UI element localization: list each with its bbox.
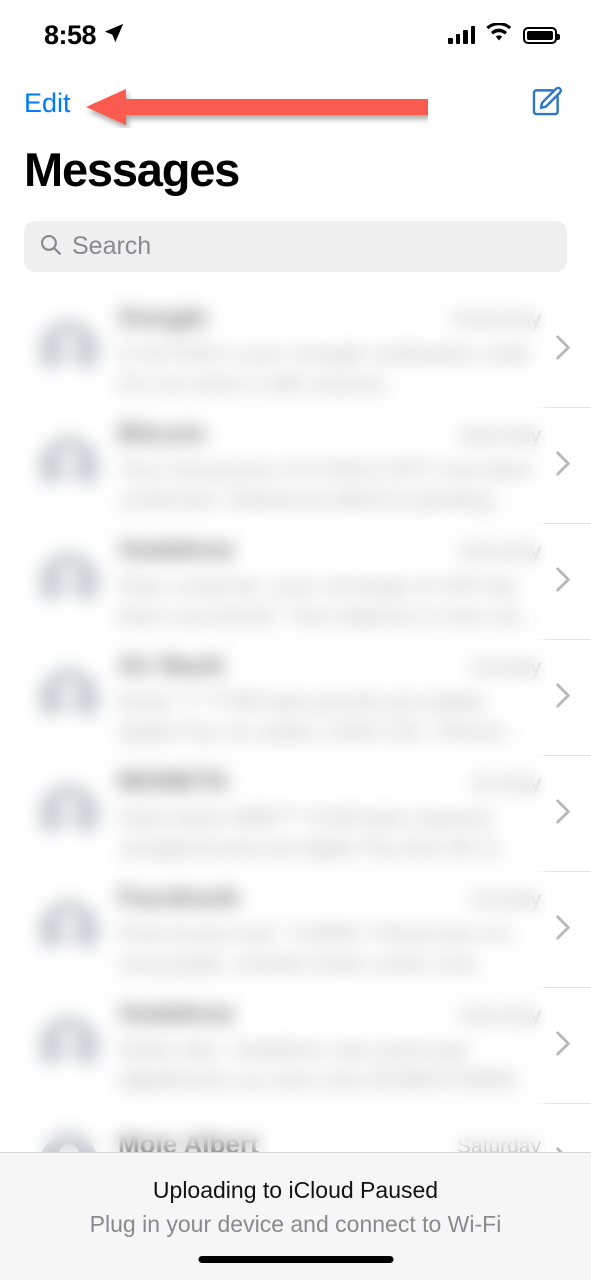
conversation-timestamp: Sunday <box>469 655 541 679</box>
conversation-list[interactable]: Google Yesterday G-527045 is your Google… <box>0 292 591 1152</box>
conversation-body: Google Yesterday G-527045 is your Google… <box>98 302 591 398</box>
chevron-right-icon <box>555 1030 571 1062</box>
page-title: Messages <box>24 143 240 196</box>
chevron-right-icon <box>555 914 571 946</box>
avatar <box>40 321 98 379</box>
status-bar-right <box>448 22 560 47</box>
avatar <box>40 437 98 495</box>
conversation-title: Moje Albert <box>118 1128 259 1152</box>
conversation-title: Facebook <box>118 881 240 912</box>
home-indicator[interactable] <box>198 1256 393 1263</box>
conversation-row[interactable]: Vodafone Saturday Dear customer, your re… <box>0 524 591 640</box>
chevron-right-icon <box>555 450 571 482</box>
avatar <box>40 901 98 959</box>
wifi-icon <box>486 22 512 47</box>
conversation-body: Bitcoin Saturday Your transaction of 0.0… <box>98 418 591 514</box>
chevron-right-icon <box>555 334 571 366</box>
status-bar-left: 8:58 <box>44 20 125 51</box>
conversation-title: Google <box>118 301 208 332</box>
icloud-status-subtitle: Plug in your device and connect to Wi-Fi <box>89 1211 502 1237</box>
location-arrow-icon <box>103 22 125 49</box>
conversation-preview: Dobry den, Vodafone vam potvrzuje objedn… <box>118 1036 523 1092</box>
conversation-body: Vodafone Saturday Dear customer, your re… <box>98 534 591 630</box>
conversation-preview: Karta ****7788 byla pouzita pro platbu A… <box>118 688 505 744</box>
battery-icon <box>523 26 560 44</box>
avatar <box>40 669 98 727</box>
chevron-right-icon <box>555 566 571 598</box>
conversation-row[interactable]: Moje Albert Saturday Vase body byly prip… <box>0 1104 591 1152</box>
search-icon <box>38 232 63 262</box>
conversation-title: MONETA <box>118 765 229 796</box>
chevron-right-icon <box>555 798 571 830</box>
conversation-preview: Dear customer, your recharge of 249 has … <box>118 572 536 628</box>
conversation-body: Vodafone Saturday Dobry den, Vodafone va… <box>98 998 591 1094</box>
navigation-bar: Edit <box>0 78 591 128</box>
conversation-row[interactable]: Bitcoin Saturday Your transaction of 0.0… <box>0 408 591 524</box>
status-bar: 8:58 <box>0 0 591 70</box>
conversation-timestamp: Yesterday <box>448 307 541 331</box>
conversation-preview: Your transaction of 0.00412 BTC has been… <box>118 456 534 512</box>
icloud-status-title: Uploading to iCloud Paused <box>152 1177 439 1203</box>
avatar <box>40 553 98 611</box>
avatar <box>40 1133 98 1152</box>
conversation-body: Facebook Sunday Potvrzovaci kod: 714893.… <box>98 882 591 978</box>
conversation-body: MONETA Sunday Vase karta 4089****1108 by… <box>98 766 591 862</box>
compose-button[interactable] <box>529 85 563 122</box>
compose-icon <box>529 86 563 122</box>
conversation-body: Moje Albert Saturday Vase body byly prip… <box>98 1129 591 1152</box>
search-bar[interactable] <box>24 221 567 272</box>
avatar <box>40 1017 98 1075</box>
signal-bars-icon <box>448 26 475 44</box>
conversation-row[interactable]: Google Yesterday G-527045 is your Google… <box>0 292 591 408</box>
conversation-timestamp: Saturday <box>456 539 541 563</box>
icloud-status-bar: Uploading to iCloud Paused Plug in your … <box>0 1152 591 1280</box>
search-input[interactable] <box>72 232 553 261</box>
conversation-row[interactable]: Facebook Sunday Potvrzovaci kod: 714893.… <box>0 872 591 988</box>
conversation-row[interactable]: Vodafone Saturday Dobry den, Vodafone va… <box>0 988 591 1104</box>
conversation-timestamp: Sunday <box>469 887 541 911</box>
conversation-timestamp: Saturday <box>456 1134 541 1152</box>
conversation-preview: Vase karta 4089****1108 byla uspesne zar… <box>118 804 507 860</box>
conversation-title: Vodafone <box>118 533 235 564</box>
chevron-right-icon <box>555 682 571 714</box>
conversation-title: Vodafone <box>118 997 235 1028</box>
edit-button[interactable]: Edit <box>24 89 71 117</box>
conversation-title: Bitcoin <box>118 417 207 448</box>
conversation-row[interactable]: Air Bank Sunday Karta ****7788 byla pouz… <box>0 640 591 756</box>
conversation-timestamp: Saturday <box>456 1003 541 1027</box>
conversation-timestamp: Sunday <box>469 771 541 795</box>
conversation-timestamp: Saturday <box>456 423 541 447</box>
conversation-preview: Potvrzovaci kod: 714893. Pokud jste si j… <box>118 920 512 976</box>
conversation-body: Air Bank Sunday Karta ****7788 byla pouz… <box>98 650 591 746</box>
conversation-preview: G-527045 is your Google verification cod… <box>118 340 536 396</box>
conversation-row[interactable]: MONETA Sunday Vase karta 4089****1108 by… <box>0 756 591 872</box>
avatar <box>40 785 98 843</box>
conversation-title: Air Bank <box>118 649 225 680</box>
status-bar-time: 8:58 <box>44 19 97 50</box>
